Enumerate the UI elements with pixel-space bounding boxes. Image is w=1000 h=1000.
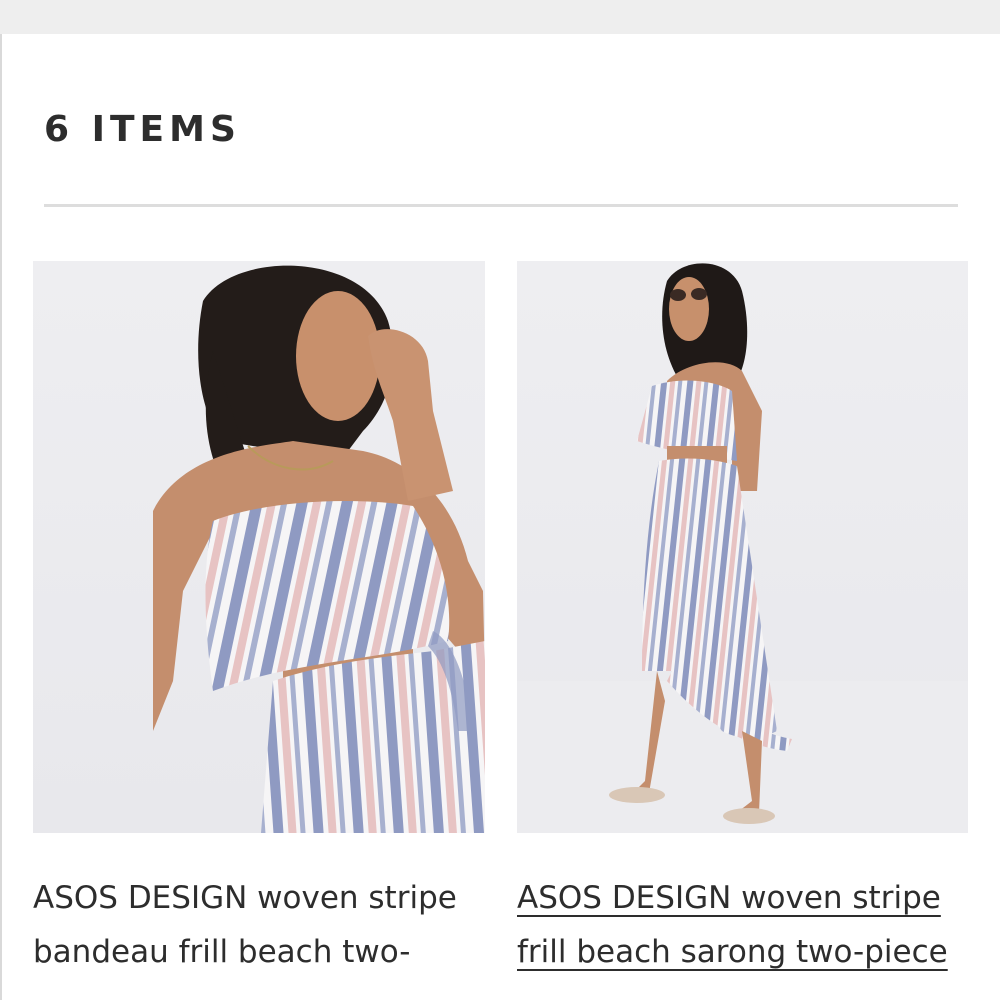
product-card[interactable]: ASOS DESIGN woven stripe bandeau frill b…: [33, 261, 485, 979]
model-photo-close-up: [153, 265, 485, 833]
product-image[interactable]: [517, 261, 968, 833]
model-photo-full-length: [517, 263, 968, 833]
results-count-heading: 6 ITEMS: [44, 109, 241, 150]
product-title-link[interactable]: ASOS DESIGN woven stripe bandeau frill b…: [33, 871, 485, 979]
top-bar: [0, 0, 1000, 34]
page-edge: [0, 34, 2, 1000]
product-card[interactable]: ASOS DESIGN woven stripe frill beach sar…: [517, 261, 968, 979]
section-divider: [44, 204, 958, 207]
product-title-line: ASOS DESIGN woven stripe: [33, 880, 457, 916]
product-title-link[interactable]: ASOS DESIGN woven stripe frill beach sar…: [517, 871, 968, 979]
product-title-line: ASOS DESIGN woven stripe: [517, 880, 941, 916]
product-title-line: frill beach sarong two-piece: [517, 934, 948, 970]
product-title-line: bandeau frill beach two-: [33, 934, 411, 970]
product-image[interactable]: [33, 261, 485, 833]
